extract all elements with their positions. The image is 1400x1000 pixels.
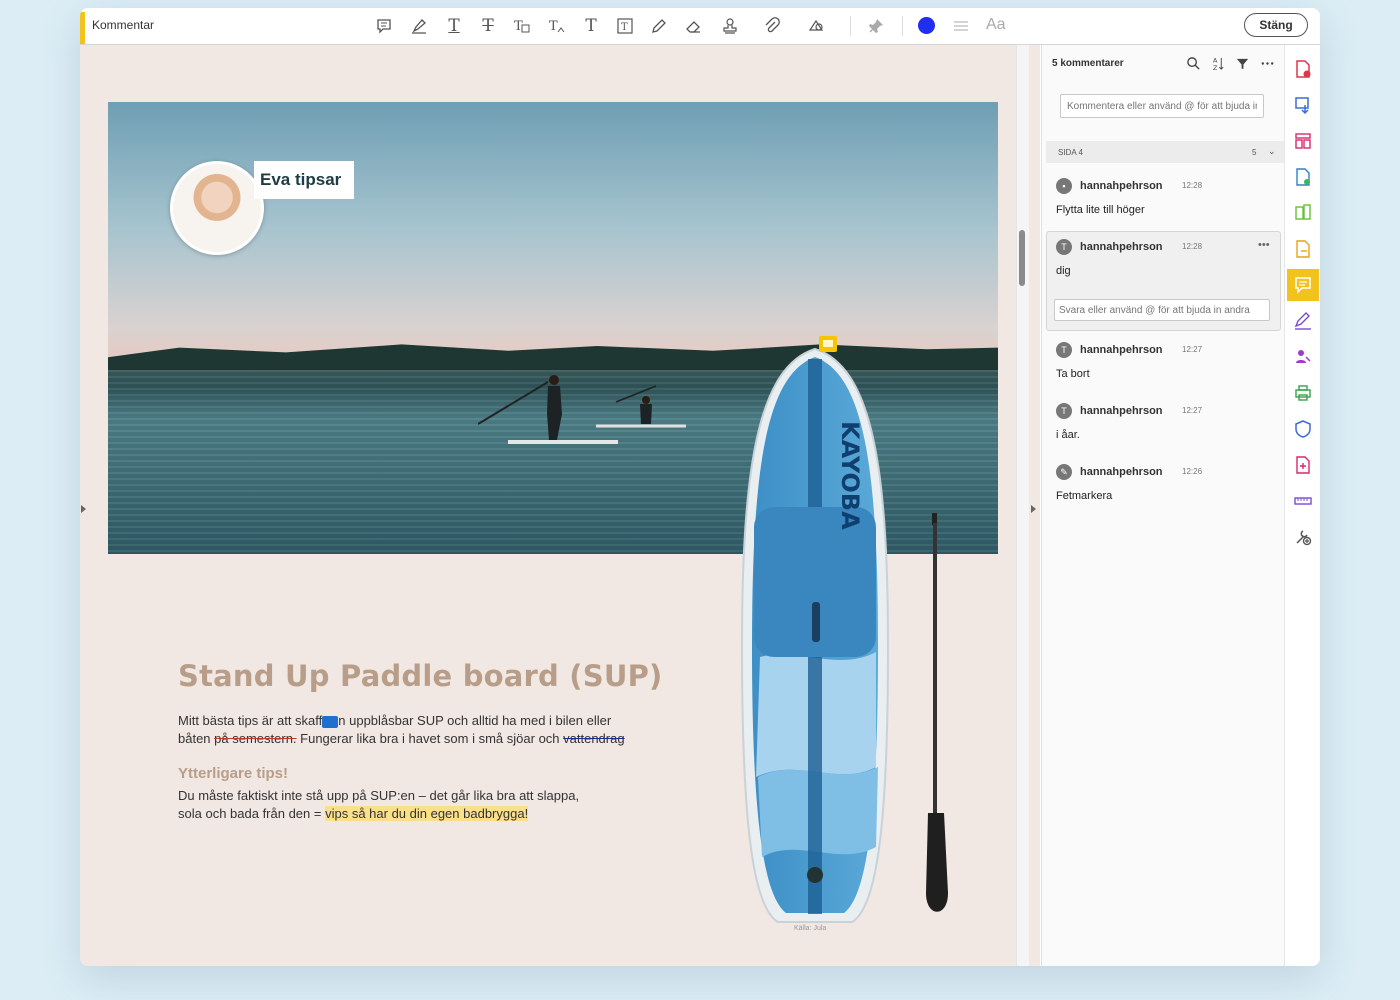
comments-panel: 5 kommentarer AZ SIDA 4 5 ⌄ ▪ hannahpehr… bbox=[1041, 45, 1285, 966]
comment-toolbar: Kommentar T T T T T T Aa Stäng bbox=[80, 8, 1320, 45]
sticky-note-marker[interactable] bbox=[819, 336, 837, 352]
more-options-icon[interactable] bbox=[1258, 54, 1276, 72]
measure-icon[interactable] bbox=[1287, 485, 1319, 517]
reply-input[interactable] bbox=[1054, 299, 1270, 321]
paddle-image bbox=[926, 513, 948, 912]
comment-bubble-icon: ▪ bbox=[1056, 178, 1072, 194]
eraser-icon[interactable] bbox=[681, 14, 705, 38]
request-signature-icon[interactable] bbox=[1287, 341, 1319, 373]
paragraph-1: Mitt bästa tips är att skaff n uppblåsbar… bbox=[178, 713, 625, 746]
strikethrough-icon: T bbox=[1056, 342, 1072, 358]
filter-icon[interactable] bbox=[1233, 54, 1251, 72]
add-text-icon[interactable]: T bbox=[579, 14, 603, 38]
highlight-icon[interactable] bbox=[407, 14, 431, 38]
comment-icon[interactable] bbox=[1287, 269, 1319, 301]
export-pdf-icon[interactable] bbox=[1287, 89, 1319, 121]
sup-board-image: KAYOBA bbox=[740, 347, 890, 923]
document-view[interactable]: Eva tipsar KAYOBA Källa: Jula Stand Up P… bbox=[80, 45, 1040, 966]
close-button[interactable]: Stäng bbox=[1244, 13, 1308, 37]
stamp-icon[interactable] bbox=[718, 14, 742, 38]
toolbar-title: Kommentar bbox=[92, 18, 155, 32]
replace-text-icon: T bbox=[1056, 403, 1072, 419]
app-window: Kommentar T T T T T T Aa Stäng Eva tipsa… bbox=[80, 8, 1320, 966]
toolbar-divider bbox=[850, 16, 851, 36]
text-box-icon[interactable]: T bbox=[613, 14, 637, 38]
print-production-icon[interactable] bbox=[1287, 377, 1319, 409]
strikethrough-annotation[interactable]: på semestern. bbox=[214, 731, 296, 746]
strikethrough-text-icon[interactable]: T bbox=[476, 14, 500, 38]
attach-file-icon[interactable] bbox=[760, 14, 784, 38]
create-pdf-icon[interactable] bbox=[1287, 53, 1319, 85]
underline-text-icon[interactable]: T bbox=[442, 14, 466, 38]
shapes-icon[interactable] bbox=[804, 14, 828, 38]
line-weight-icon[interactable] bbox=[949, 14, 973, 38]
replace-text-marker[interactable] bbox=[322, 715, 339, 728]
insert-text-icon: T bbox=[1056, 239, 1072, 255]
document-scrollbar[interactable] bbox=[1016, 45, 1029, 966]
organize-pages-icon[interactable] bbox=[1287, 125, 1319, 157]
photo-credit: Källa: Jula bbox=[794, 925, 827, 932]
tip-badge: Eva tipsar bbox=[254, 161, 354, 199]
avatar bbox=[170, 161, 264, 255]
protect-icon[interactable] bbox=[1287, 413, 1319, 445]
sort-icon[interactable]: AZ bbox=[1208, 54, 1226, 72]
toolbar-accent bbox=[80, 12, 85, 44]
highlight-icon: ✎ bbox=[1056, 464, 1072, 480]
board-brand-label: KAYOBA bbox=[836, 421, 864, 530]
combine-files-icon[interactable] bbox=[1287, 197, 1319, 229]
svg-text:T: T bbox=[549, 19, 558, 34]
replaced-text-annotation[interactable]: vattendrag bbox=[563, 731, 624, 746]
edit-pdf-icon[interactable] bbox=[1287, 161, 1319, 193]
comments-count: 5 kommentarer bbox=[1052, 58, 1124, 69]
comment-input[interactable] bbox=[1060, 94, 1264, 118]
page-group-header[interactable]: SIDA 4 5 ⌄ bbox=[1046, 141, 1284, 163]
text-style-button[interactable]: Aa bbox=[986, 16, 1006, 34]
fill-sign-icon[interactable] bbox=[1287, 305, 1319, 337]
chevron-down-icon[interactable]: ⌄ bbox=[1268, 146, 1276, 157]
toolbar-divider bbox=[902, 16, 903, 36]
compress-icon[interactable] bbox=[1287, 449, 1319, 481]
svg-text:T: T bbox=[621, 22, 628, 33]
color-picker[interactable] bbox=[918, 17, 935, 34]
collapse-panel-icon[interactable] bbox=[1031, 505, 1036, 513]
insert-text-icon[interactable]: T bbox=[545, 14, 569, 38]
pin-icon[interactable] bbox=[864, 14, 888, 38]
export-file-icon[interactable] bbox=[1287, 233, 1319, 265]
paragraph-2: Du måste faktiskt inte stå upp på SUP:en… bbox=[178, 788, 580, 821]
scrollbar-thumb[interactable] bbox=[1019, 230, 1025, 286]
sticky-note-icon[interactable] bbox=[372, 14, 396, 38]
more-tools-icon[interactable] bbox=[1287, 521, 1319, 553]
highlight-annotation[interactable]: vips så har du din egen badbrygga! bbox=[325, 806, 529, 821]
tools-rail bbox=[1284, 45, 1320, 966]
article-title: Stand Up Paddle board (SUP) bbox=[178, 659, 663, 693]
svg-text:Z: Z bbox=[1212, 64, 1217, 71]
replace-text-icon[interactable]: T bbox=[510, 14, 534, 38]
subheading: Ytterligare tips! bbox=[178, 765, 289, 782]
pencil-icon[interactable] bbox=[647, 14, 671, 38]
search-icon[interactable] bbox=[1184, 54, 1202, 72]
expand-left-panel-icon[interactable] bbox=[81, 505, 86, 513]
comment-more-icon[interactable]: ••• bbox=[1258, 239, 1270, 251]
